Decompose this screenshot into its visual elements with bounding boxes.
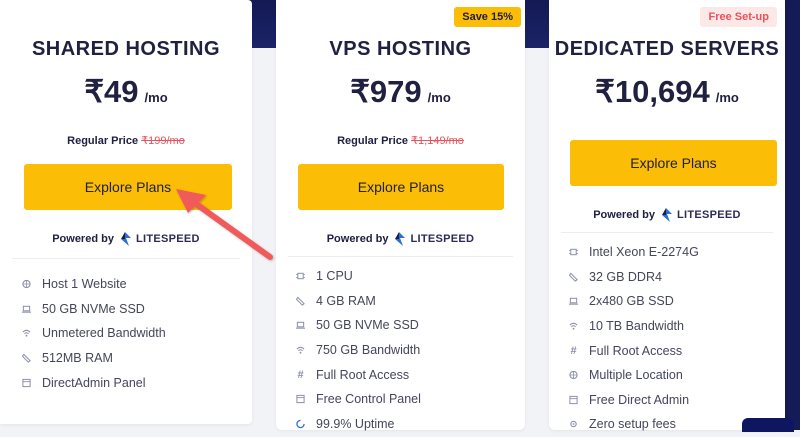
price-period: /mo (144, 90, 168, 105)
wifi-icon (22, 329, 31, 338)
feature-item: 99.9% Uptime (296, 412, 525, 437)
feature-item: 1 CPU (296, 264, 525, 289)
free-setup-badge: Free Set-up (700, 7, 777, 27)
regular-price-value: ₹199/mo (141, 135, 185, 147)
regular-price-label: Regular Price (67, 135, 139, 147)
powered-by: Powered by LITESPEED (549, 208, 785, 222)
laptop-icon (569, 297, 578, 306)
litespeed-brand: LITESPEED (676, 209, 741, 221)
feature-item: 4 GB RAM (296, 289, 525, 314)
price-amount: ₹979 (350, 74, 422, 109)
feature-item: Unmetered Bandwidth (22, 321, 252, 346)
feature-item: 512MB RAM (22, 346, 252, 371)
price-period: /mo (715, 90, 739, 105)
plan-title: VPS HOSTING (329, 38, 472, 60)
globe-icon (22, 280, 31, 289)
cpu-icon (569, 248, 578, 257)
litespeed-logo-icon (395, 232, 406, 246)
litespeed-brand: LITESPEED (135, 233, 200, 245)
feature-item: 32 GB DDR4 (569, 265, 785, 290)
powered-by: Powered by LITESPEED (276, 232, 525, 246)
feature-item: 2x480 GB SSD (569, 289, 785, 314)
plan-card-dedicated: Free Set-up DEDICATED SERVERS ₹10,694/mo… (549, 0, 785, 431)
uptime-icon (296, 419, 305, 429)
hash-icon: # (297, 368, 304, 381)
laptop-icon (296, 321, 305, 330)
feature-list: Intel Xeon E-2274G 32 GB DDR4 2x480 GB S… (569, 240, 785, 437)
feature-item: DirectAdmin Panel (22, 370, 252, 395)
plan-title: SHARED HOSTING (31, 38, 221, 60)
powered-by: Powered by LITESPEED (0, 232, 252, 246)
cpu-icon (296, 272, 305, 281)
price-period: /mo (427, 90, 451, 105)
litespeed-logo-icon (120, 232, 131, 246)
memory-icon (296, 296, 305, 306)
wifi-icon (296, 346, 305, 355)
divider (12, 258, 240, 259)
litespeed-brand: LITESPEED (410, 233, 475, 245)
gear-icon (569, 420, 578, 429)
feature-item: 10 TB Bandwidth (569, 314, 785, 339)
regular-price: Regular Price ₹199/mo (0, 134, 252, 147)
page-edge-background (784, 0, 800, 430)
plan-title: DEDICATED SERVERS (554, 38, 780, 60)
explore-plans-button[interactable]: Explore Plans (570, 140, 777, 186)
save-badge: Save 15% (454, 7, 521, 27)
plan-price: ₹979/mo (276, 74, 525, 110)
price-amount: ₹49 (84, 74, 139, 109)
feature-item: # Full Root Access (570, 343, 683, 358)
plan-card-vps: Save 15% VPS HOSTING ₹979/mo Regular Pri… (276, 0, 525, 431)
regular-price-label: Regular Price (337, 135, 408, 147)
powered-by-label: Powered by (326, 233, 389, 245)
feature-item: 50 GB NVMe SSD (296, 313, 525, 338)
memory-icon (22, 353, 31, 363)
price-amount: ₹10,694 (595, 74, 710, 109)
feature-list: Host 1 Website 50 GB NVMe SSD Unmetered … (22, 272, 252, 395)
feature-item: Intel Xeon E-2274G (569, 240, 785, 265)
litespeed-logo-icon (661, 208, 672, 222)
panel-icon (569, 395, 578, 404)
panel-icon (296, 395, 305, 404)
plan-price: ₹49/mo (0, 74, 252, 110)
feature-item: Free Control Panel (296, 387, 525, 412)
explore-plans-button[interactable]: Explore Plans (298, 164, 504, 210)
wifi-icon (569, 322, 578, 331)
plan-card-shared: SHARED HOSTING ₹49/mo Regular Price ₹199… (0, 0, 252, 424)
feature-item: 750 GB Bandwidth (296, 338, 525, 363)
regular-price: Regular Price ₹1,149/mo (276, 134, 525, 147)
plan-price: ₹10,694/mo (549, 74, 785, 110)
divider (288, 256, 513, 257)
powered-by-label: Powered by (593, 209, 655, 221)
explore-plans-button[interactable]: Explore Plans (24, 164, 232, 210)
regular-price-value: ₹1,149/mo (411, 135, 464, 147)
feature-list: 1 CPU 4 GB RAM 50 GB NVMe SSD 750 GB Ban… (296, 264, 525, 436)
hash-icon: # (570, 344, 577, 357)
globe-icon (569, 371, 578, 380)
panel-icon (22, 378, 31, 387)
feature-item: 50 GB NVMe SSD (22, 297, 252, 322)
feature-item: # Full Root Access (297, 367, 410, 382)
memory-icon (569, 272, 578, 282)
divider (561, 232, 773, 233)
feature-item: Free Direct Admin (569, 388, 785, 413)
feature-item: Host 1 Website (22, 272, 252, 297)
powered-by-label: Powered by (52, 233, 114, 245)
laptop-icon (22, 304, 31, 313)
feature-item: Multiple Location (569, 363, 785, 388)
